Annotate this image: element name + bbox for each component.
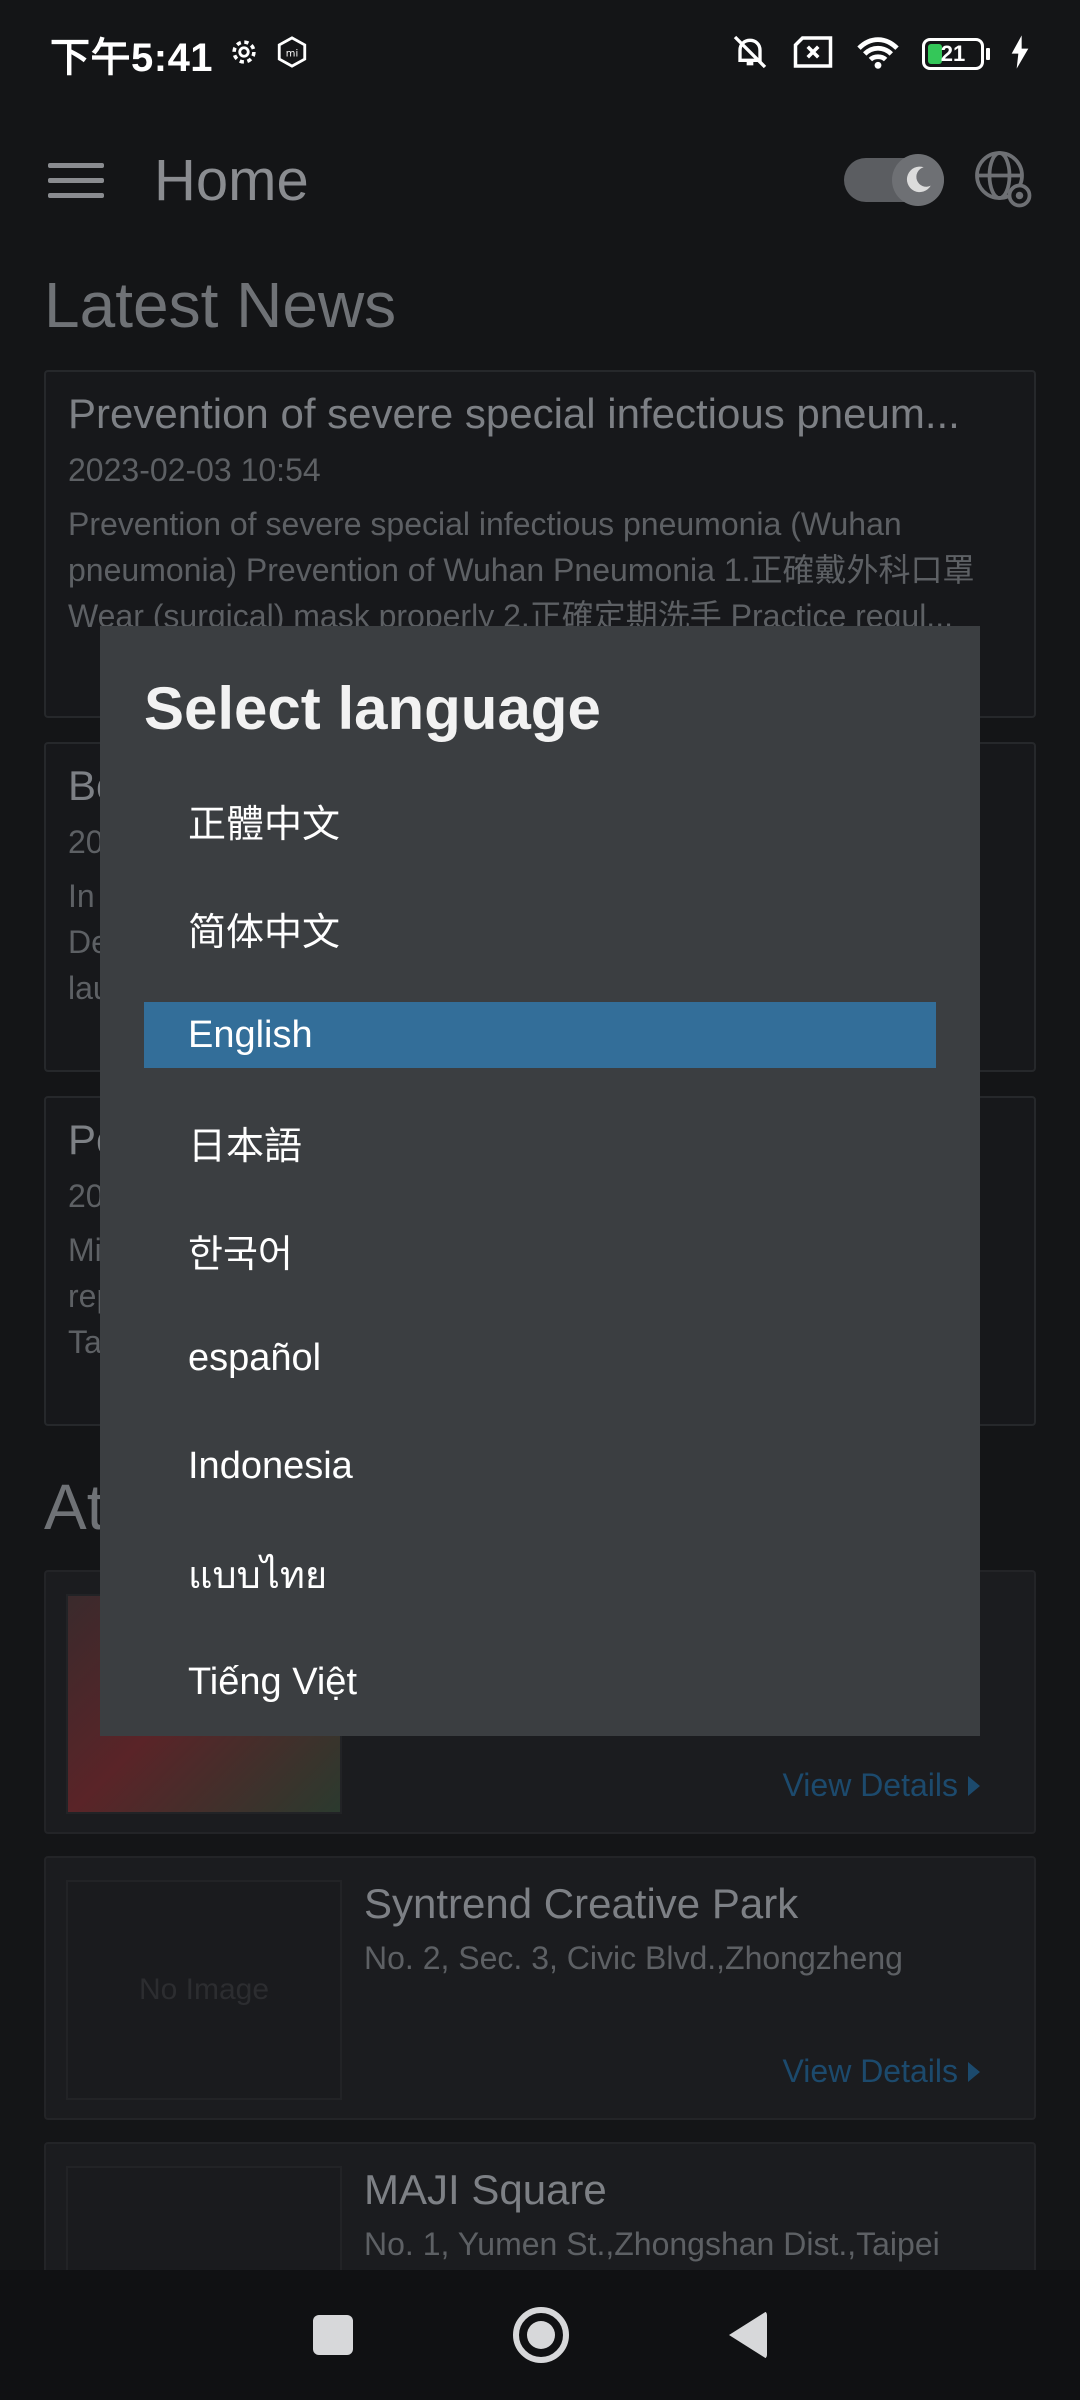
- attraction-title: Syntrend Creative Park: [364, 1880, 799, 1927]
- language-option-vi[interactable]: Tiếng Việt: [144, 1628, 936, 1736]
- language-option-ja[interactable]: 日本語: [144, 1088, 936, 1196]
- language-list: 正體中文 简体中文 English 日本語 한국어 español Indone…: [144, 766, 936, 1736]
- caret-right-icon: [968, 1775, 980, 1796]
- battery-icon: 21: [922, 38, 990, 70]
- language-option-zh-tw[interactable]: 正體中文: [144, 766, 936, 874]
- language-option-th[interactable]: แบบไทย: [144, 1520, 936, 1628]
- dark-mode-toggle[interactable]: [844, 154, 944, 206]
- status-bar: 下午5:41 mi 21: [0, 0, 1080, 108]
- moon-icon: [892, 154, 944, 206]
- no-sim-icon: [792, 34, 834, 75]
- app-bar: Home: [0, 120, 1080, 240]
- language-option-es[interactable]: español: [144, 1304, 936, 1412]
- news-body: Prevention of severe special infectious …: [68, 506, 975, 634]
- caret-right-icon: [968, 2061, 980, 2082]
- latest-news-heading: Latest News: [44, 269, 397, 341]
- news-date: 2023-02-03 10:54: [68, 452, 321, 488]
- menu-icon[interactable]: [48, 152, 104, 208]
- view-details-link[interactable]: View Details: [783, 2053, 980, 2090]
- image-placeholder: No Image: [66, 1880, 342, 2100]
- language-option-en-selected[interactable]: English: [144, 1002, 936, 1068]
- status-time: 下午5:41: [50, 36, 214, 80]
- page-title: Home: [154, 147, 309, 213]
- dialog-title: Select language: [144, 675, 601, 742]
- attraction-card[interactable]: No Image Syntrend Creative Park No. 2, S…: [44, 1856, 1036, 2120]
- language-option-zh-cn[interactable]: 简体中文: [144, 874, 936, 982]
- language-option-id[interactable]: Indonesia: [144, 1412, 936, 1520]
- attractions-heading: At: [44, 1471, 105, 1543]
- view-details-label: View Details: [782, 1767, 958, 1803]
- recents-button[interactable]: [313, 2315, 353, 2355]
- attraction-address: No. 2, Sec. 3, Civic Blvd.,Zhongzheng: [364, 1940, 903, 1976]
- silent-icon: [728, 32, 772, 77]
- svg-text:mi: mi: [286, 48, 298, 59]
- attraction-title: MAJI Square: [364, 2166, 607, 2213]
- battery-level: 21: [940, 41, 966, 66]
- charging-icon: [1010, 34, 1030, 74]
- navigation-bar: [0, 2270, 1080, 2400]
- view-details-link[interactable]: View Details: [783, 1767, 980, 1804]
- language-globe-icon[interactable]: [972, 148, 1032, 213]
- view-details-label: View Details: [782, 2053, 958, 2089]
- back-button[interactable]: [729, 2311, 767, 2359]
- language-option-ko[interactable]: 한국어: [144, 1196, 936, 1304]
- wifi-icon: [854, 33, 902, 76]
- attraction-address: No. 1, Yumen St.,Zhongshan Dist.,Taipei: [364, 2226, 940, 2262]
- mi-icon: mi: [275, 35, 309, 74]
- language-dialog: Select language 正體中文 简体中文 English 日本語 한국…: [100, 626, 980, 1736]
- news-title: Prevention of severe special infectious …: [68, 390, 960, 437]
- home-button[interactable]: [513, 2307, 569, 2363]
- gear-icon: [227, 35, 261, 74]
